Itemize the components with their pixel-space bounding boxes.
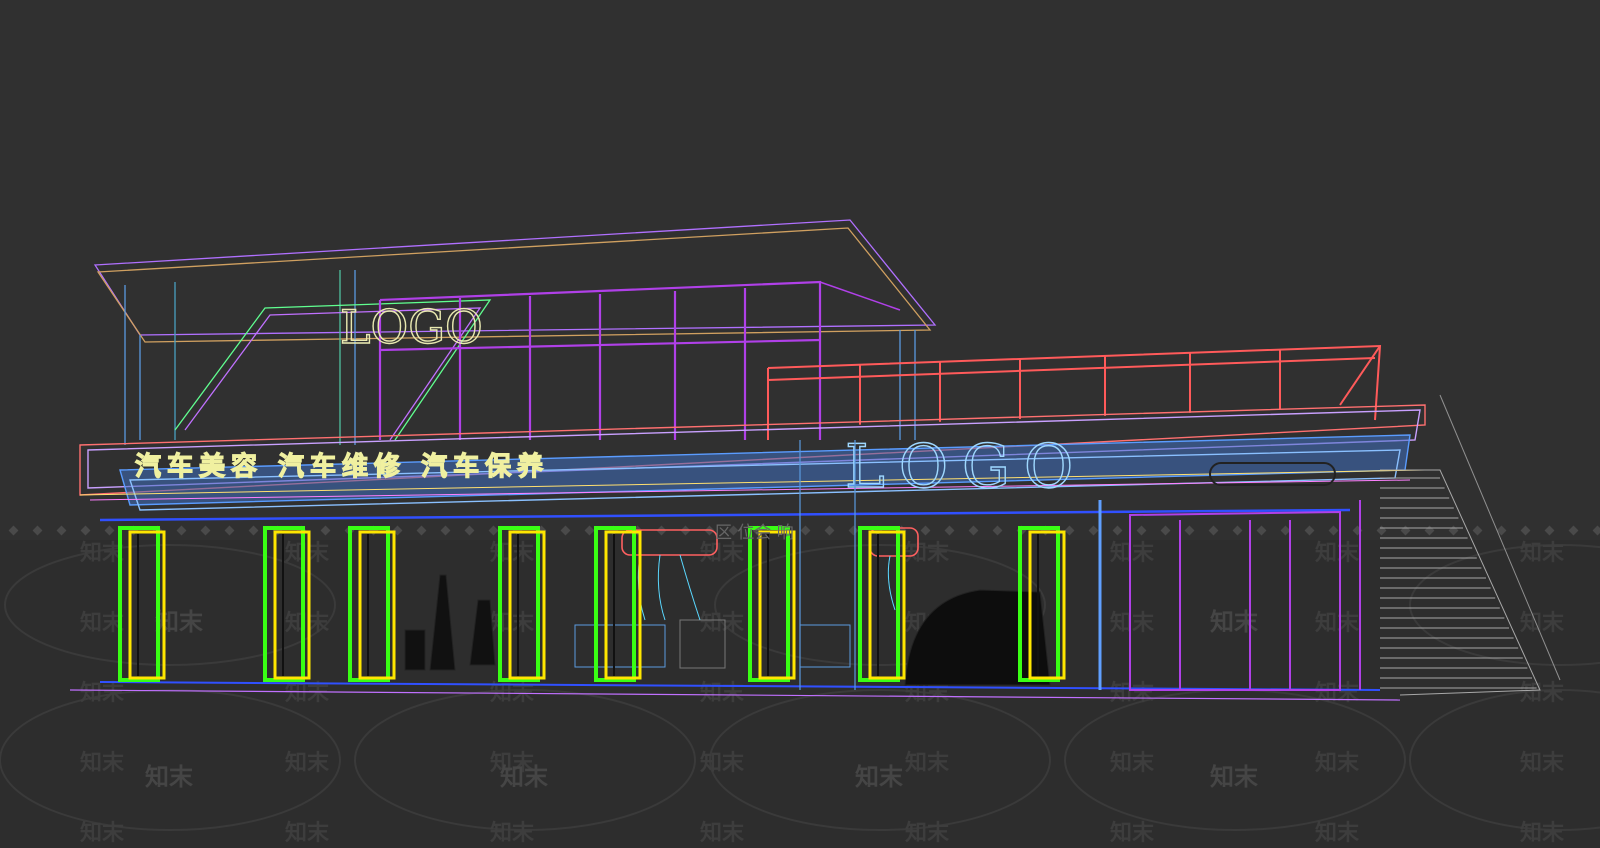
watermark-diamond — [824, 525, 835, 536]
watermark-text: 知末 — [1520, 610, 1565, 636]
watermark-text: 知末 — [1110, 820, 1155, 846]
watermark-text: 知末 — [1315, 540, 1360, 566]
watermark-text: 知末 — [1315, 610, 1360, 636]
watermark-text-bold: 知末 — [855, 763, 904, 791]
watermark-diamond — [1568, 525, 1579, 536]
watermark-diamond — [8, 525, 19, 536]
watermark-text: 知末 — [905, 750, 950, 776]
watermark-text: 知末 — [1315, 680, 1360, 706]
watermark-diamond — [1064, 525, 1075, 536]
watermark-diamond — [968, 525, 979, 536]
watermark-text-bold: 知末 — [500, 763, 549, 791]
watermark-text-bold: 知末 — [145, 763, 194, 791]
watermark-diamond — [416, 525, 427, 536]
watermark-text: 知末 — [700, 820, 745, 846]
watermark-diamond — [584, 525, 595, 536]
watermark-text: 知末 — [1110, 610, 1155, 636]
watermark-diamond — [1208, 525, 1219, 536]
watermark-diamond — [944, 525, 955, 536]
watermark-text: 知末 — [700, 680, 745, 706]
watermark-text: 知末 — [700, 610, 745, 636]
watermark-diamond — [1112, 525, 1123, 536]
balcony-railing — [767, 344, 1382, 440]
watermark-diamond — [800, 525, 811, 536]
upper-structure — [93, 219, 937, 445]
watermark-text: 知末 — [285, 820, 330, 846]
small-label: 区 位会 响 — [715, 523, 794, 543]
watermark-text: 知末 — [490, 820, 535, 846]
watermark-diamond — [176, 525, 187, 536]
watermark-text: 知末 — [1520, 680, 1565, 706]
watermark-diamond — [1184, 525, 1195, 536]
watermark-text: 知末 — [700, 540, 745, 566]
watermark-diamond — [200, 525, 211, 536]
watermark-text-bold: 知末 — [1210, 608, 1259, 636]
watermark-text: 知末 — [1110, 540, 1155, 566]
watermark-text: 知末 — [1520, 540, 1565, 566]
wireframe-canvas: 知末 知末 知末 知末 知末 知末 知末 知末知末 知末 知末 知末 知末 知末 知末知末 知末 知末 知末 知末… — [0, 219, 1600, 848]
watermark-diamond — [1424, 525, 1435, 536]
signboard-text: 汽车美容 汽车维修 汽车保养 — [135, 451, 549, 482]
watermark-diamond — [104, 525, 115, 536]
3d-wireframe-viewport[interactable]: 知末 知末 知末 知末 知末 知末 知末 知末 知末 知末 知末 知末 知末 知末 知末 知末 知末 知末 知末 知末… — [0, 0, 1600, 848]
watermark-diamond — [80, 525, 91, 536]
watermark-diamond — [992, 525, 1003, 536]
watermark-diamond — [1448, 525, 1459, 536]
watermark-text: 知末 — [80, 680, 125, 706]
watermark-text: 知末 — [700, 750, 745, 776]
upper-logo: LOGO — [340, 300, 483, 354]
watermark-diamond — [464, 525, 475, 536]
watermark-text: 知末 — [1110, 680, 1155, 706]
watermark-diamond — [1376, 525, 1387, 536]
watermark-diamond-line — [8, 525, 1600, 536]
watermark-text: 知末 — [1315, 750, 1360, 776]
watermark-text: 知末 — [285, 750, 330, 776]
watermark-diamond — [920, 525, 931, 536]
watermark-text: 知末 — [80, 820, 125, 846]
watermark-diamond — [56, 525, 67, 536]
watermark-diamond — [1328, 525, 1339, 536]
watermark-text: 知末 — [490, 540, 535, 566]
watermark-diamond — [1520, 525, 1531, 536]
watermark-text-bold: 知末 — [1210, 763, 1259, 791]
watermark-diamond — [1304, 525, 1315, 536]
watermark-diamond — [1256, 525, 1267, 536]
watermark-text: 知末 — [905, 540, 950, 566]
watermark-diamond — [1472, 525, 1483, 536]
watermark-diamond — [440, 525, 451, 536]
watermark-diamond — [560, 525, 571, 536]
watermark-diamond — [1544, 525, 1555, 536]
watermark-text: 知末 — [1520, 750, 1565, 776]
watermark-diamond — [1136, 525, 1147, 536]
watermark-diamond — [1592, 525, 1600, 536]
watermark-diamond — [224, 525, 235, 536]
watermark-diamond — [1280, 525, 1291, 536]
watermark-text: 知末 — [80, 750, 125, 776]
front-logo: LOGO — [845, 432, 1087, 502]
watermark-text: 知末 — [905, 820, 950, 846]
watermark-text: 知末 — [1110, 750, 1155, 776]
watermark-diamond — [1400, 525, 1411, 536]
watermark-diamond — [1088, 525, 1099, 536]
watermark-diamond — [248, 525, 259, 536]
watermark-text: 知末 — [1520, 820, 1565, 846]
watermark-diamond — [1160, 525, 1171, 536]
watermark-diamond — [1232, 525, 1243, 536]
watermark-diamond — [320, 525, 331, 536]
watermark-text: 知末 — [490, 610, 535, 636]
watermark-text-bold: 知末 — [155, 608, 204, 636]
watermark-text: 知末 — [1315, 820, 1360, 846]
watermark-diamond — [488, 525, 499, 536]
watermark-diamond — [32, 525, 43, 536]
watermark-diamond — [848, 525, 859, 536]
